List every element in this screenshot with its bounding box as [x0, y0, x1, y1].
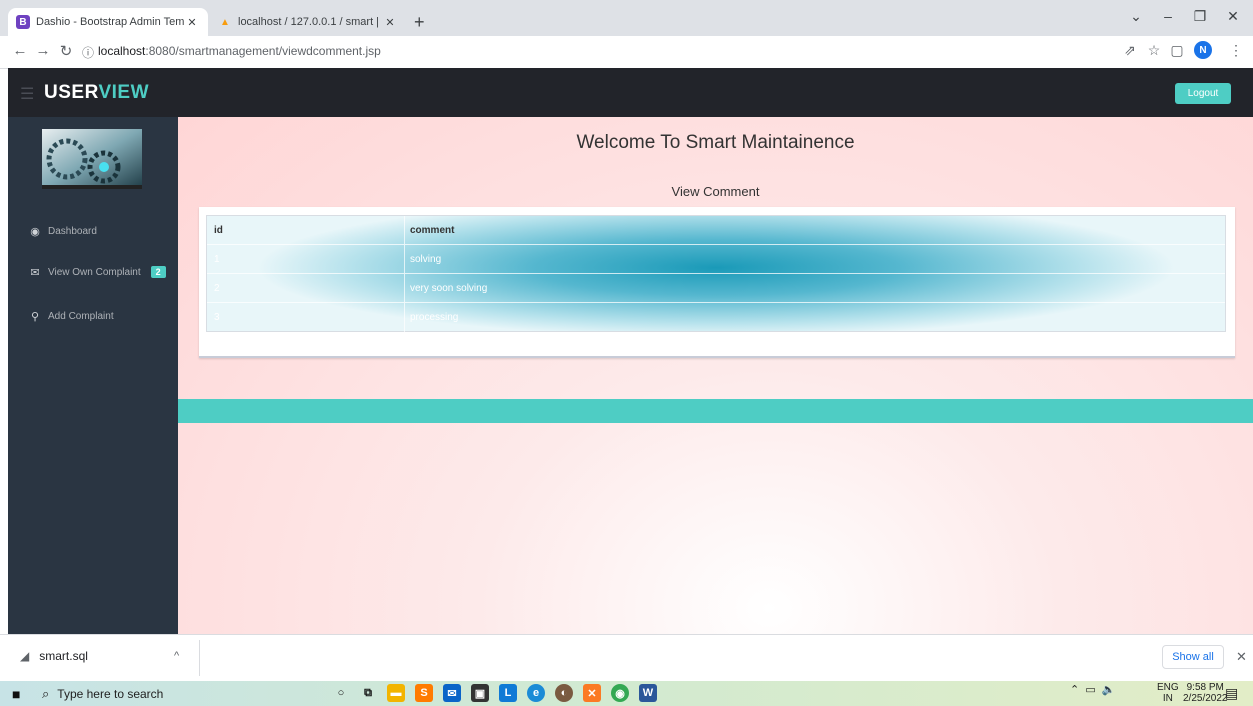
brand-logo[interactable]: USERVIEW: [44, 82, 149, 104]
cortana-icon[interactable]: ○: [332, 684, 350, 702]
lang-line1: ENG: [1157, 682, 1179, 693]
brand-part1: USER: [44, 82, 99, 103]
file-explorer-icon[interactable]: ▬: [387, 684, 405, 702]
gear-logo-image: [42, 129, 142, 189]
task-view-icon[interactable]: ⧉: [359, 684, 377, 702]
bookmark-star-icon[interactable]: ☆: [1144, 42, 1164, 59]
footer-bar: [178, 399, 1253, 423]
url-host: localhost: [98, 44, 146, 58]
sidebar-item-dashboard[interactable]: ◉ Dashboard: [28, 221, 97, 241]
sidebar-item-label: Dashboard: [48, 225, 97, 237]
cell-id: 1: [207, 245, 405, 273]
divider: [199, 640, 200, 676]
bootstrap-favicon-icon: B: [16, 15, 30, 29]
taskbar-search-input[interactable]: ⌕ Type here to search: [42, 681, 278, 706]
hamburger-menu-icon[interactable]: ☰: [20, 84, 34, 104]
show-all-button[interactable]: Show all: [1162, 645, 1224, 669]
sidebar: [8, 117, 178, 634]
word-icon[interactable]: W: [639, 684, 657, 702]
download-filename: smart.sql: [39, 649, 88, 663]
browser-menu-icon[interactable]: ⋮: [1226, 42, 1246, 59]
clock-date: 2/25/2022: [1183, 693, 1228, 704]
header-cell-id: id: [207, 216, 405, 244]
envelope-icon: ✉: [30, 266, 40, 279]
complaint-count-badge: 2: [150, 266, 166, 278]
page-title: Welcome To Smart Maintainence: [576, 132, 855, 153]
chevron-up-icon[interactable]: ^: [174, 650, 179, 662]
header-cell-comment: comment: [410, 224, 455, 236]
clock-time: 9:58 PM: [1186, 682, 1224, 693]
sidebar-item-label: Add Complaint: [48, 310, 114, 322]
windows-start-icon[interactable]: ■: [12, 686, 20, 702]
new-tab-icon[interactable]: +: [414, 12, 425, 33]
browser-tab-phpmyadmin[interactable]: ▲ localhost / 127.0.0.1 / smart | php ✕: [210, 8, 406, 36]
map-marker-icon: ⚲: [30, 310, 40, 323]
close-icon[interactable]: ✕: [1236, 649, 1247, 665]
mail-icon[interactable]: ✉: [443, 684, 461, 702]
profile-avatar[interactable]: N: [1194, 41, 1212, 59]
share-icon[interactable]: ⇗: [1120, 42, 1140, 59]
section-title: View Comment: [671, 184, 760, 199]
taskbar-clock[interactable]: 9:58 PM 2/25/2022: [1183, 682, 1228, 704]
notification-icon[interactable]: ▤: [1225, 685, 1238, 702]
launcher-app-icon[interactable]: L: [499, 684, 517, 702]
cell-id: 2: [207, 274, 405, 302]
table-row: 1 solving: [207, 245, 1225, 274]
download-bar: [0, 634, 1253, 682]
back-arrow-icon[interactable]: ←: [10, 42, 30, 59]
browser-tab-dashio[interactable]: B Dashio - Bootstrap Admin Templ ✕: [8, 8, 208, 36]
dashboard-icon: ◉: [30, 225, 40, 238]
cell-comment: processing: [410, 312, 459, 323]
chrome-icon[interactable]: ◉: [611, 684, 629, 702]
file-icon: ◢: [20, 649, 30, 663]
tab-title: localhost / 127.0.0.1 / smart | php: [238, 16, 382, 28]
close-tab-icon[interactable]: ✕: [184, 16, 200, 29]
url-path: :8080/smartmanagement/viewdcomment.jsp: [145, 44, 381, 58]
site-info-icon[interactable]: ⓘ: [78, 44, 98, 61]
app-header: [8, 68, 1253, 117]
system-tray-icons[interactable]: ⌃ ▭ 🔈: [1070, 683, 1116, 696]
table-row: 3 processing: [207, 303, 1225, 332]
cell-comment: very soon solving: [410, 282, 488, 294]
lang-line2: IN: [1162, 693, 1173, 704]
edge-browser-icon[interactable]: e: [527, 684, 545, 702]
side-panel-icon[interactable]: ▢: [1167, 42, 1187, 59]
brand-part2: VIEW: [98, 82, 150, 103]
eclipse-icon[interactable]: ◐: [555, 684, 573, 702]
logout-button[interactable]: Logout: [1175, 83, 1231, 104]
table-row: 2 very soon solving: [207, 274, 1225, 303]
close-tab-icon[interactable]: ✕: [382, 16, 398, 29]
search-icon: ⌕: [42, 685, 50, 701]
close-window-icon[interactable]: ✕: [1218, 8, 1248, 25]
cell-id: 3: [207, 303, 405, 332]
store-icon[interactable]: ▣: [471, 684, 489, 702]
search-placeholder: Type here to search: [57, 686, 164, 701]
reload-icon[interactable]: ↻: [56, 42, 76, 60]
tab-title: Dashio - Bootstrap Admin Templ: [36, 16, 184, 28]
sidebar-item-label: View Own Complaint: [48, 266, 141, 278]
sublime-text-icon[interactable]: S: [415, 684, 433, 702]
phpmyadmin-favicon-icon: ▲: [220, 16, 230, 28]
url-field[interactable]: localhost:8080/smartmanagement/viewdcomm…: [98, 44, 381, 58]
minimize-icon[interactable]: –: [1153, 8, 1183, 24]
sidebar-item-view-own-complaint[interactable]: ✉ View Own Complaint 2: [28, 262, 166, 282]
sidebar-item-add-complaint[interactable]: ⚲ Add Complaint: [28, 306, 114, 326]
xampp-icon[interactable]: ✕: [583, 684, 601, 702]
tab-search-chevron-icon[interactable]: ⌄: [1121, 8, 1151, 25]
comment-table: id comment 1 solving 2 very soon solving…: [206, 215, 1226, 332]
download-item[interactable]: ◢ smart.sql: [20, 649, 88, 663]
cell-comment: solving: [410, 253, 442, 265]
table-header-row: id comment: [207, 216, 1225, 245]
language-indicator[interactable]: ENG IN: [1157, 682, 1179, 704]
restore-icon[interactable]: ❐: [1185, 8, 1215, 25]
forward-arrow-icon[interactable]: →: [33, 42, 53, 59]
